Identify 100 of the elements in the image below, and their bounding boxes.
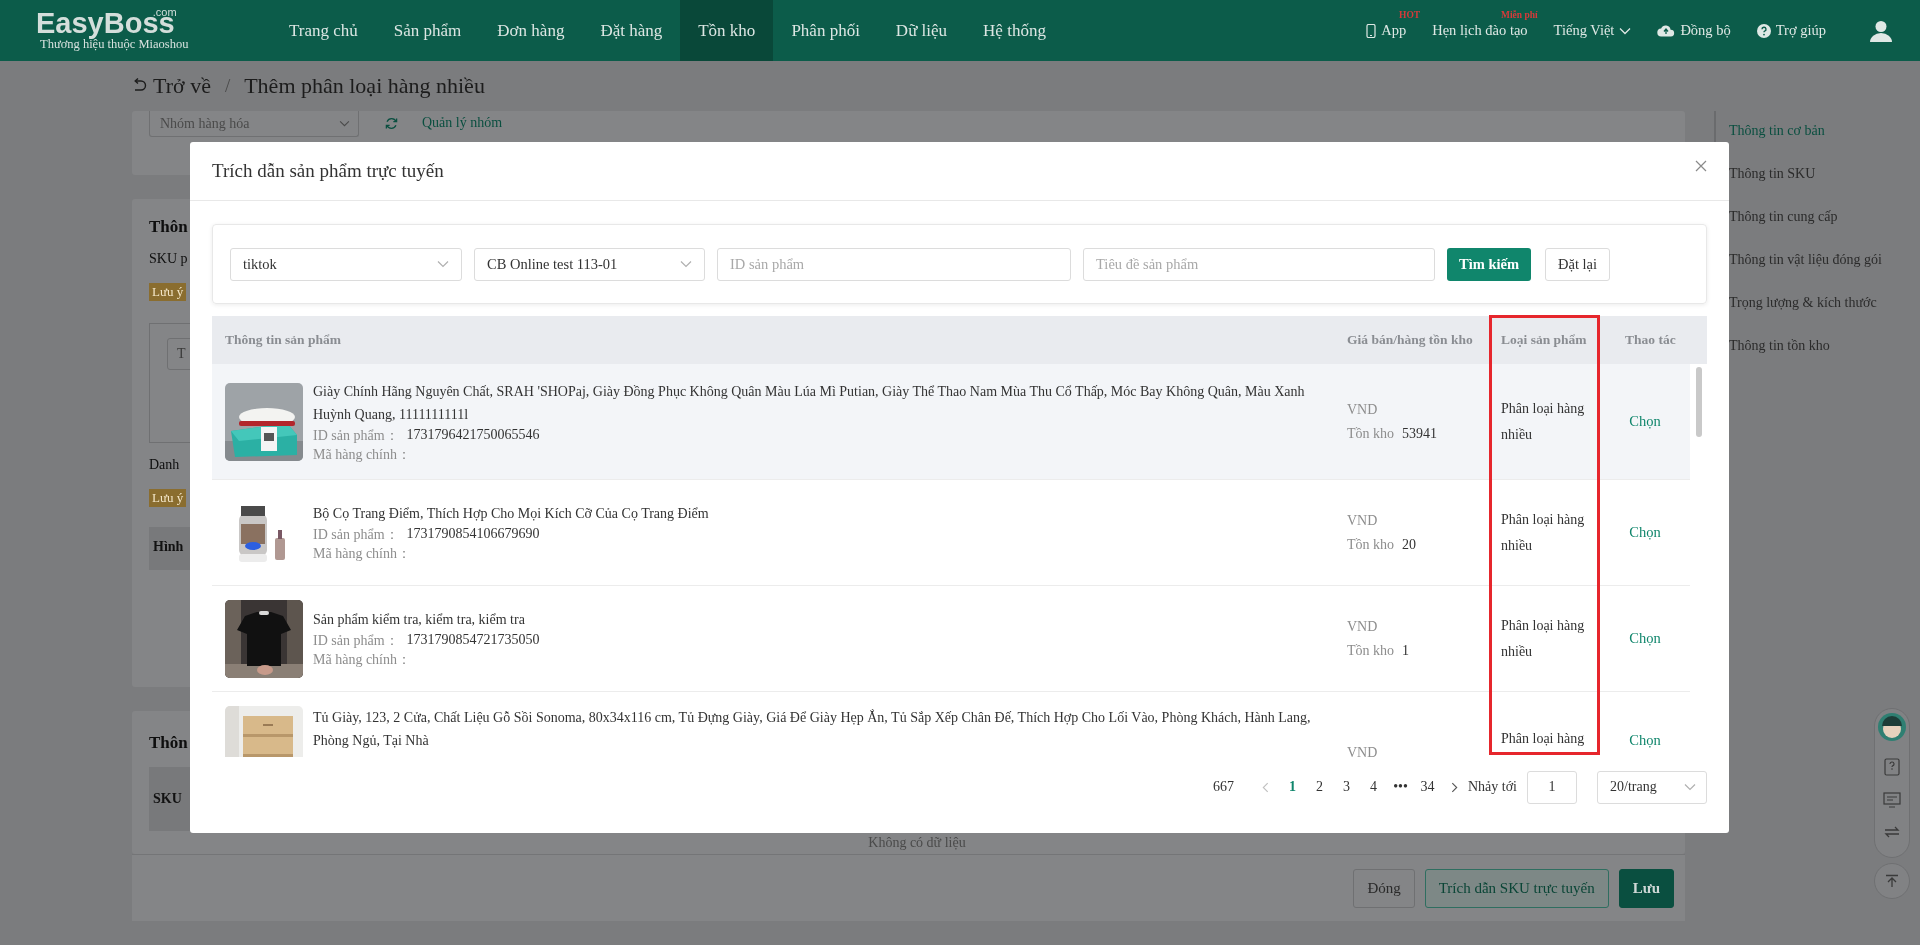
swap-icon[interactable] <box>1883 824 1901 840</box>
anchor-link[interactable]: Thông tin vật liệu đóng gói <box>1729 252 1882 268</box>
scrollbar-thumb[interactable] <box>1695 367 1702 437</box>
caret-icon <box>1619 26 1632 35</box>
page-link[interactable]: ••• <box>1387 779 1414 795</box>
choose-link[interactable]: Chọn <box>1629 413 1661 430</box>
field-label: ID sản phẩm： <box>313 632 399 650</box>
nav-tab[interactable]: Hệ thống <box>965 0 1064 61</box>
page-number-field[interactable]: 1 <box>1527 770 1577 804</box>
note-tag: Lưu ý <box>149 283 187 301</box>
field-label: Tồn kho <box>1347 536 1395 553</box>
nav-tab[interactable]: Đơn hàng <box>479 0 583 61</box>
header-link[interactable]: Trợ giúp <box>1756 22 1826 39</box>
table-row[interactable]: Bộ Cọ Trang Điểm, Thích Hợp Cho Mọi Kích Cỡ Của Cọ Trang Điểm ID sản phẩm： 1731790854106679690 Mã hàng chính： VND Tồn kho 20 Phân loại hàng nhiều Chọn <box>212 480 1690 586</box>
product-type: Phân loại hàng <box>1501 730 1586 748</box>
anchor-link[interactable]: Thông tin tồn kho <box>1729 338 1882 354</box>
nav-tab[interactable]: Phân phối <box>773 0 878 61</box>
footer-button[interactable]: Lưu <box>1618 868 1674 908</box>
caret-icon <box>1684 783 1696 791</box>
header-link[interactable]: Đồng bộ <box>1657 22 1731 39</box>
page-link[interactable]: 3 <box>1333 779 1360 795</box>
nav-tab[interactable]: Trang chủ <box>271 0 376 61</box>
product-id: 1731790854106679690 <box>406 526 540 543</box>
field-label: Mã hàng chính： <box>313 651 411 669</box>
currency-label: VND <box>1347 618 1379 635</box>
platform-select[interactable]: tiktok <box>230 247 462 281</box>
dialog-title: Trích dẫn sản phẩm trực tuyến <box>212 160 444 182</box>
product-title-field[interactable]: Tiêu đề sản phẩm <box>1083 247 1435 281</box>
nav-tab[interactable]: Sản phẩm <box>375 0 480 61</box>
avatar-icon[interactable] <box>1877 712 1907 742</box>
product-type: Phân loại hàng nhiều <box>1501 510 1586 555</box>
product-title: Tủ Giày, 123, 2 Cửa, Chất Liệu Gỗ Sồi Sonoma, 80x34x116 cm, Tủ Đựng Giày, Giá Để Giày Hẹp Ắn, Tủ Sắp Xếp Chân Đế, Thích Hợp Cho Lối Vào, Phòng Khách, Hành Lang, Phòng Ngủ, Tại Nhà <box>313 708 1312 750</box>
product-title: Bộ Cọ Trang Điểm, Thích Hợp Cho Mọi Kích Cỡ Của Cọ Trang Điểm <box>313 505 710 523</box>
help-document-icon[interactable] <box>1884 758 1900 776</box>
section-heading: Thôn <box>149 217 188 237</box>
caret-icon <box>437 260 449 268</box>
product-id: 1731790854721735050 <box>406 632 540 649</box>
phone-icon <box>1366 23 1377 38</box>
back-to-top-button[interactable] <box>1874 863 1910 899</box>
nav-tab[interactable]: Tồn kho <box>680 0 774 61</box>
page-link[interactable]: 2 <box>1306 779 1333 795</box>
field-label: Tồn kho <box>1347 425 1395 442</box>
stock-value: 20 <box>1402 536 1417 553</box>
jump-label: Nhảy tới <box>1468 779 1517 795</box>
breadcrumb-separator: / <box>224 75 231 97</box>
product-id-field[interactable]: ID sản phẩm <box>717 247 1071 281</box>
field-label: Tồn kho <box>1347 642 1395 659</box>
anchor-link[interactable]: Thông tin SKU <box>1729 166 1882 182</box>
sku-label: SKU p <box>149 251 188 267</box>
currency-label: VND <box>1347 744 1378 757</box>
field-label: Mã hàng chính： <box>313 445 411 464</box>
user-icon[interactable] <box>1870 19 1892 42</box>
choose-link[interactable]: Chọn <box>1629 732 1661 749</box>
list-label: Danh <box>149 457 180 473</box>
column-header: Thông tin sản phẩm <box>224 332 342 348</box>
table-row[interactable]: Sản phẩm kiểm tra, kiểm tra, kiểm tra ID sản phẩm： 1731790854721735050 Mã hàng chính： VND Tồn kho 1 Phân loại hàng nhiều Chọn <box>212 586 1690 692</box>
back-link[interactable]: Trở về <box>131 73 211 99</box>
currency-label: VND <box>1347 401 1379 418</box>
badge-label: Miễn phí <box>1500 10 1538 20</box>
field-label: ID sản phẩm： <box>313 526 399 544</box>
page-title: Thêm phân loại hàng nhiều <box>244 73 485 99</box>
choose-link[interactable]: Chọn <box>1629 630 1661 647</box>
note-tag: Lưu ý <box>149 489 187 507</box>
stock-value: 1 <box>1402 642 1410 659</box>
refresh-icon[interactable] <box>385 117 398 130</box>
help-icon <box>1756 23 1771 38</box>
next-page-icon[interactable] <box>1451 781 1458 793</box>
nav-tab[interactable]: Dữ liệu <box>877 0 966 61</box>
reset-button[interactable]: Đặt lại <box>1545 247 1611 281</box>
stock-value: 53941 <box>1402 425 1438 442</box>
table-row[interactable] <box>212 364 1690 480</box>
nav-tab[interactable]: Đặt hàng <box>582 0 681 61</box>
choose-link[interactable]: Chọn <box>1629 524 1661 541</box>
currency-label: VND <box>1347 512 1379 529</box>
caret-icon <box>680 260 692 268</box>
product-type: Phân loại hàng nhiều <box>1501 616 1586 661</box>
anchor-link[interactable]: Trọng lượng & kích thước <box>1729 295 1882 311</box>
product-title: Giày Chính Hãng Nguyên Chất, SRAH 'SHOPaj, Giày Đồng Phục Không Quân Màu Lúa Mì Putian, Giày Thể Thao Nam Mùa Thu Cổ Thấp, Móc Bay Không Quân, Màu Xanh Huỳnh Quang, 1111111111l <box>313 382 1306 424</box>
badge-label: HOT <box>1399 10 1421 20</box>
page-link[interactable]: 34 <box>1414 779 1441 795</box>
note-icon[interactable] <box>1883 792 1901 808</box>
page-size-select[interactable]: 20/trang <box>1597 770 1707 804</box>
product-title: Sản phẩm kiểm tra, kiểm tra, kiểm tra <box>313 611 526 629</box>
caret-icon <box>339 120 350 127</box>
column-header: Thao tác <box>1624 332 1677 348</box>
anchor-link[interactable]: Thông tin cung cấp <box>1729 209 1882 225</box>
page-link[interactable]: 4 <box>1360 779 1387 795</box>
product-type: Phân loại hàng nhiều <box>1501 399 1586 444</box>
page-link[interactable]: 1 <box>1279 779 1306 795</box>
empty-text: Không có dữ liệu <box>868 835 966 851</box>
field-label: ID sản phẩm： <box>313 426 399 445</box>
previous-page-icon[interactable] <box>1262 781 1269 793</box>
field-label: Mã hàng chính： <box>313 545 411 563</box>
close-icon[interactable] <box>1695 160 1707 172</box>
footer-button[interactable]: Đóng <box>1353 868 1415 908</box>
total-count: 667 <box>1213 779 1234 795</box>
search-button[interactable]: Tìm kiếm <box>1447 247 1531 281</box>
store-select[interactable]: CB Online test 113-01 <box>474 247 705 281</box>
product-id: 1731796421750065546 <box>406 426 540 444</box>
header-link[interactable]: Tiếng Việt <box>1553 22 1632 39</box>
